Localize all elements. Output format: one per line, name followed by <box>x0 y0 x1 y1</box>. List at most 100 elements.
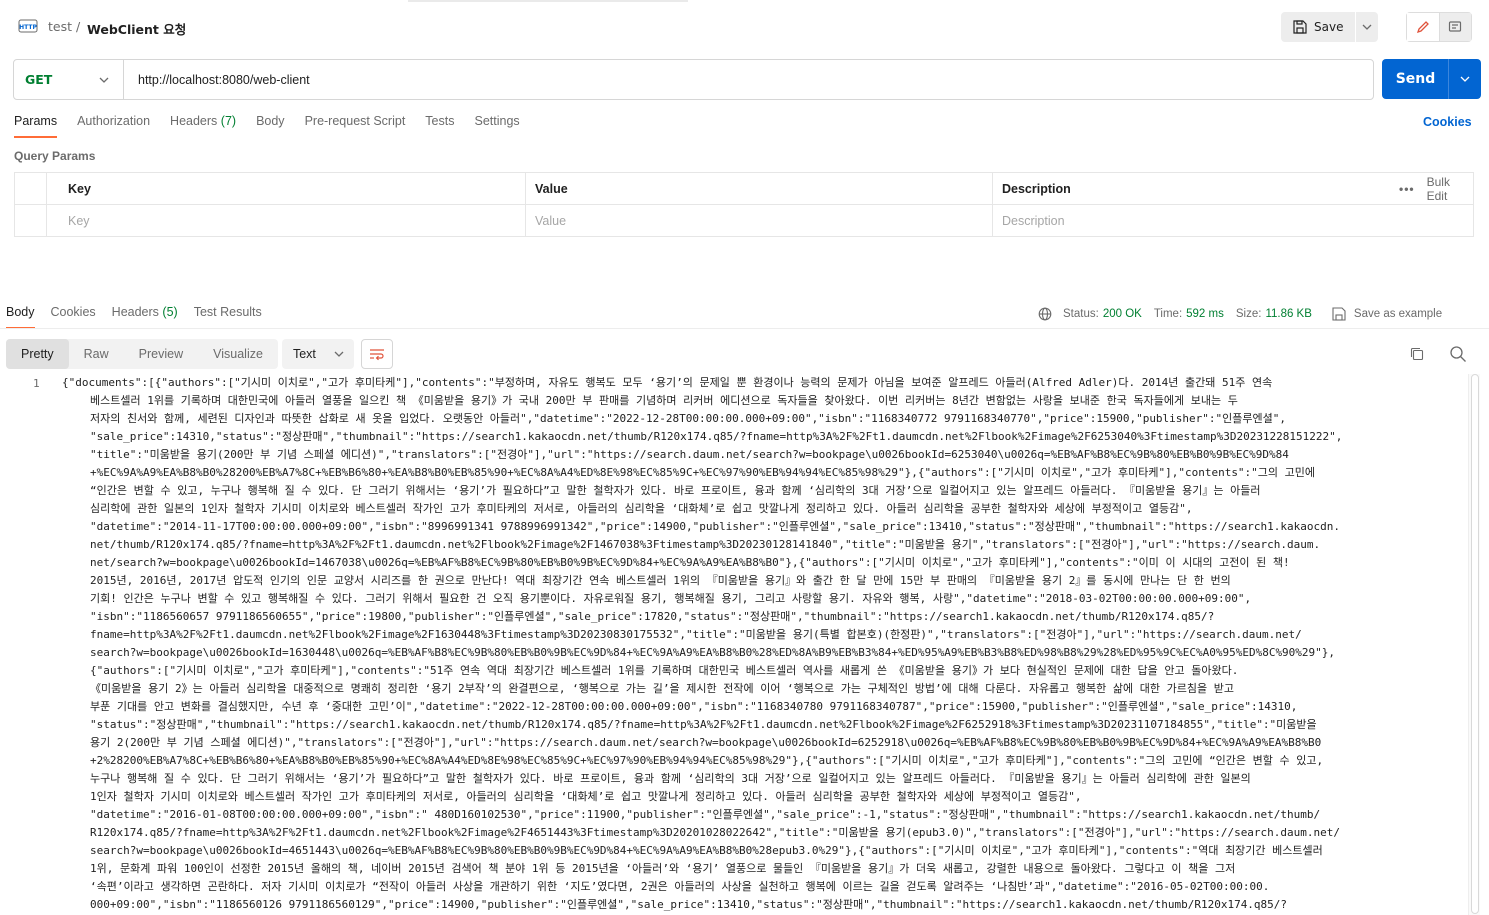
tab-label: Cookies <box>50 305 96 319</box>
bulk-edit-area: ••• Bulk Edit <box>1399 173 1473 205</box>
format-pretty[interactable]: Pretty <box>6 339 69 369</box>
tab-strip-edge <box>408 0 688 2</box>
wrap-lines-icon <box>369 349 384 361</box>
save-label: Save <box>1314 20 1344 34</box>
tab-response-cookies[interactable]: Cookies <box>51 305 96 329</box>
cookies-link[interactable]: Cookies <box>1423 115 1472 129</box>
tab-label: Body <box>6 305 35 319</box>
tab-label: Headers <box>170 114 218 128</box>
request-tabs: Params Authorization Headers (7) Body Pr… <box>14 114 540 138</box>
response-body-text[interactable]: {"documents":[{"authors":["기시미 이치로","고가 … <box>62 374 1460 914</box>
size-value[interactable]: 11.86 KB <box>1265 308 1311 320</box>
documentation-mode-button[interactable] <box>1439 13 1471 41</box>
code-line: 심리학에 관한 일본의 1인자 철학자 기시미 이치로와 베스트셀러 작가인 고… <box>90 502 1193 515</box>
status-label: Status: <box>1063 308 1099 320</box>
request-name[interactable]: WebClient 요청 <box>87 19 186 38</box>
url-input[interactable] <box>124 60 1373 99</box>
method-label: GET <box>25 72 53 87</box>
save-button-group: Save <box>1281 12 1378 42</box>
chevron-down-icon <box>334 351 344 357</box>
time-label: Time: <box>1153 308 1183 320</box>
request-url-bar: GET <box>13 59 1374 100</box>
description-input[interactable]: Description <box>992 205 1472 237</box>
column-header-value: Value <box>535 182 568 196</box>
method-select[interactable]: GET <box>14 60 124 99</box>
tab-body[interactable]: Body <box>256 114 285 138</box>
http-request-icon: HTTP <box>18 18 38 34</box>
view-mode-toggle <box>1406 12 1472 42</box>
globe-icon[interactable] <box>1038 307 1052 321</box>
code-line: "status":"정상판매","thumbnail":"https://sea… <box>90 718 1317 731</box>
tab-tests[interactable]: Tests <box>425 114 454 138</box>
line-number: 1 <box>33 377 40 390</box>
format-raw[interactable]: Raw <box>69 339 124 369</box>
save-icon <box>1332 307 1346 321</box>
top-bar: HTTP test / WebClient 요청 Save <box>0 0 1489 54</box>
chevron-down-icon <box>1362 24 1372 30</box>
code-line: 용기 2(200만 부 기념 스페셜 에디션)","translators":[… <box>90 736 1322 749</box>
breadcrumb-separator: / <box>76 19 81 34</box>
bulk-edit-link[interactable]: Bulk Edit <box>1427 175 1473 203</box>
tab-count: (5) <box>162 305 178 319</box>
search-icon[interactable] <box>1449 345 1467 363</box>
code-line: ‘속편’이라고 생각하면 곤란하다. 저자 기시미 이치로가 “전작이 아들러 … <box>90 880 1270 893</box>
value-input[interactable]: Value <box>525 205 992 237</box>
format-preview[interactable]: Preview <box>124 339 198 369</box>
code-line: R120x174.q85/?fname=http%3A%2F%2Ft1.daum… <box>90 826 1341 839</box>
code-line: “인간은 변할 수 있고, 누구나 행복해 질 수 있다. 단 그러기 위해서는… <box>90 484 1261 497</box>
code-line: "isbn":"1186560657 9791186560655","price… <box>90 610 1215 623</box>
response-meta: Status: 200 OK Time: 592 ms Size: 11.86 … <box>1038 305 1442 323</box>
query-params-table: Key Value Description ••• Bulk Edit Key … <box>14 172 1474 237</box>
more-options-icon[interactable]: ••• <box>1399 182 1415 196</box>
tab-pre-request-script[interactable]: Pre-request Script <box>305 114 406 138</box>
vertical-scrollbar[interactable] <box>1468 374 1480 915</box>
comment-icon <box>1449 21 1462 32</box>
code-line: 베스트셀러 1위를 기록하며 대한민국에 아들러 열풍을 일으킨 책 《미움받을… <box>90 394 1238 407</box>
code-line: 1인자 철학자 기시미 이치로와 베스트셀러 작가인 고가 후미타케의 저서로,… <box>90 790 1082 803</box>
language-select[interactable]: Text <box>281 339 354 369</box>
tab-params[interactable]: Params <box>14 114 58 138</box>
svg-text:HTTP: HTTP <box>19 24 37 31</box>
send-button[interactable]: Send <box>1382 71 1448 87</box>
tab-settings[interactable]: Settings <box>474 114 519 138</box>
tab-label: Settings <box>474 114 520 128</box>
chevron-down-icon <box>99 77 109 83</box>
time-value[interactable]: 592 ms <box>1186 308 1224 320</box>
response-divider <box>0 328 1489 329</box>
save-options-button[interactable] <box>1356 12 1378 42</box>
tab-label: Test Results <box>193 305 262 319</box>
code-line: {"documents":[{"authors":["기시미 이치로","고가 … <box>62 376 1273 389</box>
code-line: {"authors":["기시미 이치로","고가 후미타케"],"conten… <box>90 664 1239 677</box>
tab-test-results[interactable]: Test Results <box>194 305 262 329</box>
status-value[interactable]: 200 OK <box>1103 308 1142 320</box>
code-line: "datetime":"2016-01-08T00:00:00.000+09:0… <box>90 808 1321 821</box>
tab-label: Authorization <box>77 114 151 128</box>
code-line: search?w=bookpage\u0026bookId=4651443\u0… <box>90 844 1323 857</box>
response-format-bar: Pretty Raw Preview Visualize Text <box>6 339 393 369</box>
breadcrumb-collection[interactable]: test <box>48 19 72 34</box>
tab-response-headers[interactable]: Headers (5) <box>112 305 178 329</box>
format-visualize[interactable]: Visualize <box>198 339 278 369</box>
tab-label: Tests <box>425 114 455 128</box>
save-button[interactable]: Save <box>1281 12 1355 42</box>
code-line: 저자의 친서와 함께, 세련된 디자인과 따뜻한 삽화로 새 옷을 입었다. 오… <box>90 412 1287 425</box>
code-line: "title":"미움받을 용기(200만 부 기념 스페셜 에디션)","tr… <box>90 448 1289 461</box>
code-line: net/thumb/R120x174.q85/?fname=http%3A%2F… <box>90 538 1321 551</box>
wrap-lines-button[interactable] <box>360 339 393 369</box>
edit-mode-button[interactable] <box>1407 13 1440 41</box>
column-header-key: Key <box>68 182 91 196</box>
copy-icon[interactable] <box>1409 346 1425 362</box>
scrollbar-thumb[interactable] <box>1471 374 1479 914</box>
save-as-example-label: Save as example <box>1353 308 1443 320</box>
send-button-group: Send <box>1382 59 1481 99</box>
tab-label: Params <box>14 114 58 128</box>
tab-count: (7) <box>220 114 237 128</box>
tab-response-body[interactable]: Body <box>6 305 35 329</box>
tab-headers[interactable]: Headers (7) <box>170 114 236 138</box>
code-line: 《미움받을 용기 2》는 아들러 심리학을 대중적으로 명쾌히 정리한 ‘용기 … <box>90 682 1234 695</box>
save-as-example-button[interactable]: Save as example <box>1332 307 1442 321</box>
send-options-button[interactable] <box>1449 76 1481 82</box>
tab-authorization[interactable]: Authorization <box>77 114 150 138</box>
key-input[interactable]: Key <box>58 205 525 237</box>
response-body-viewer[interactable]: 1 {"documents":[{"authors":["기시미 이치로","고… <box>0 374 1489 915</box>
